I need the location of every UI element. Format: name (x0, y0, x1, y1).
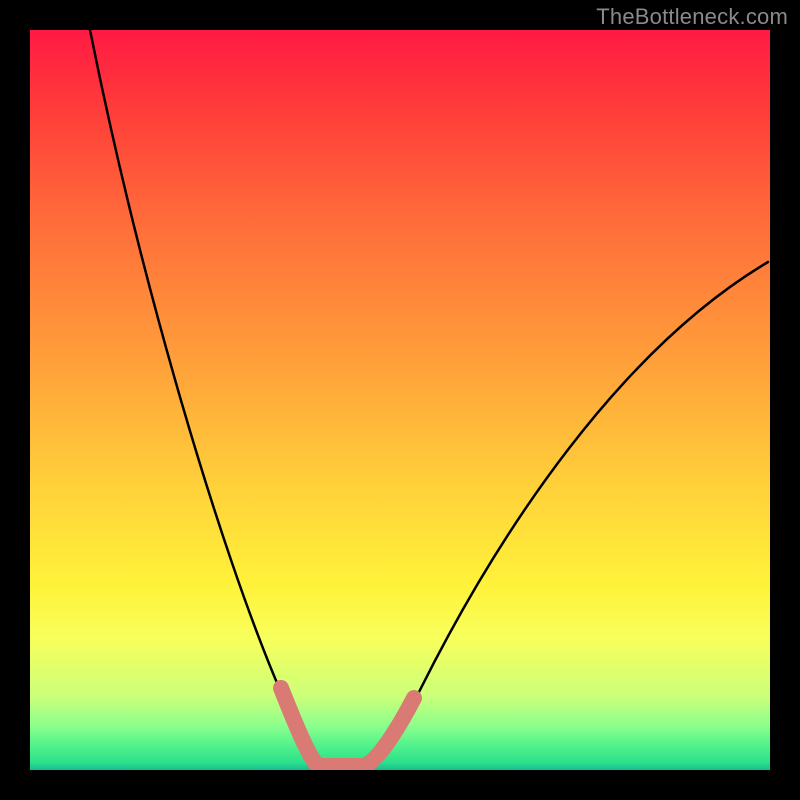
plot-area (30, 30, 770, 770)
watermark-text: TheBottleneck.com (596, 4, 788, 30)
bottleneck-curve (30, 30, 770, 770)
chart-frame: TheBottleneck.com (0, 0, 800, 800)
highlight-right (364, 698, 414, 766)
highlight-left (281, 688, 318, 766)
main-line (90, 30, 768, 768)
